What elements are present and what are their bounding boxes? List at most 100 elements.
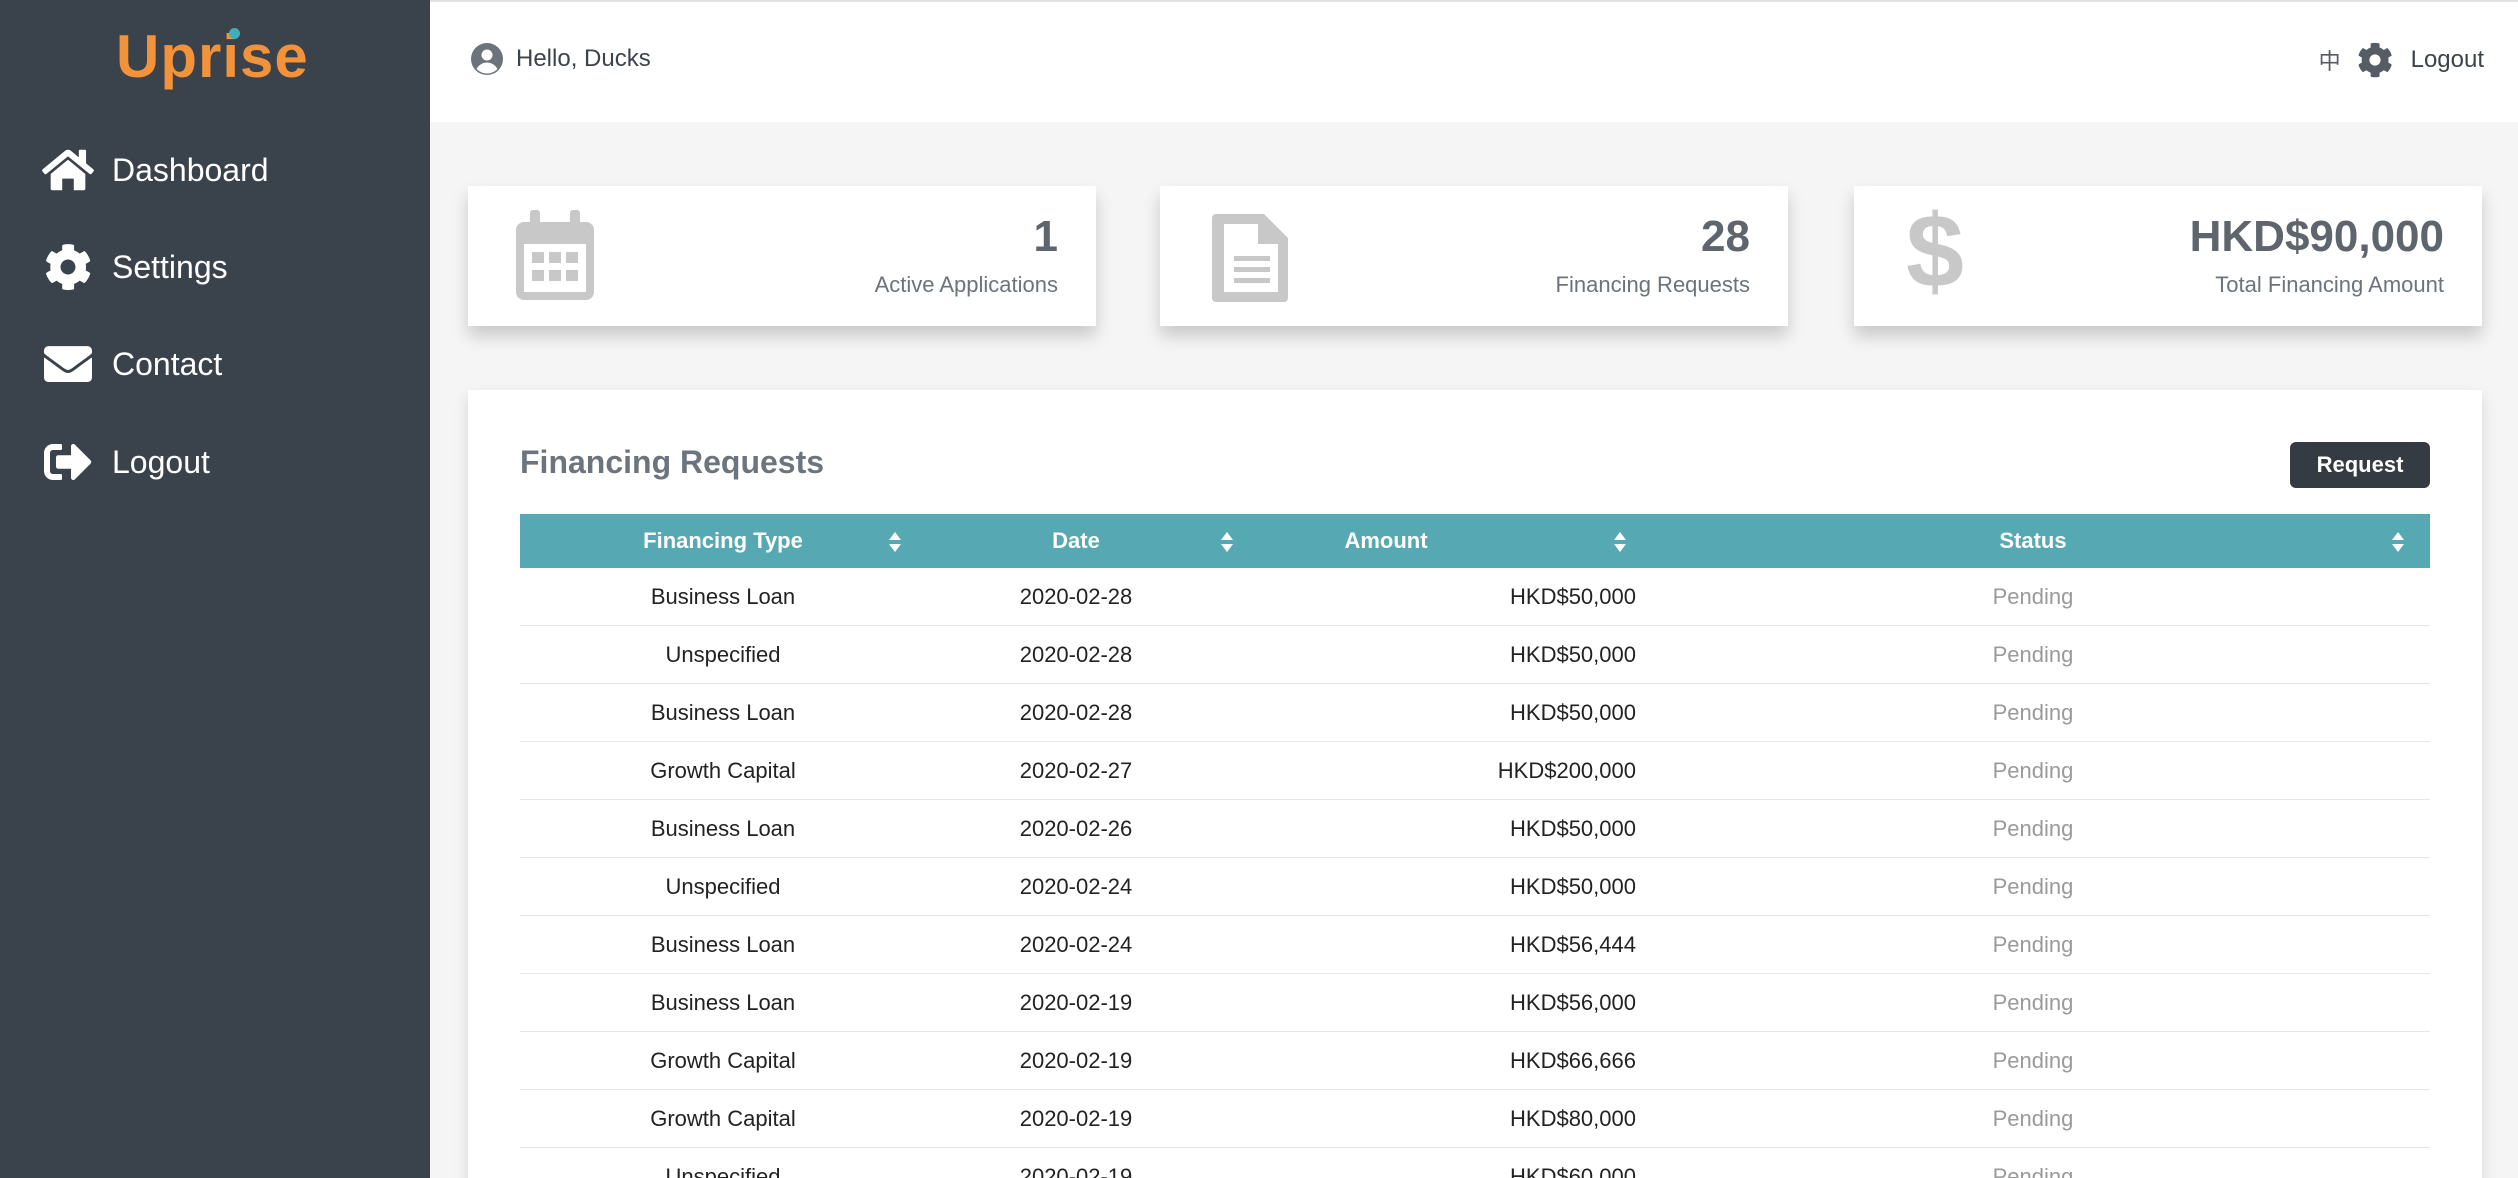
- cell-date: 2020-02-28: [1019, 700, 1133, 725]
- cell-amount: HKD$50,000: [1510, 700, 1636, 725]
- sort-icon[interactable]: [2392, 532, 2404, 552]
- cell-date: 2020-02-19: [1019, 1048, 1133, 1073]
- cell-financing-type: Unspecified: [665, 642, 781, 667]
- sign-out-icon: [44, 444, 92, 480]
- stat-value: HKD$90,000: [2189, 212, 2444, 261]
- cell-amount: HKD$56,444: [1510, 932, 1636, 957]
- logo-dot: [229, 28, 240, 39]
- stat-card-active-applications: 1 Active Applications: [468, 186, 1096, 326]
- financing-requests-panel: Financing Requests Request Financing Typ…: [468, 390, 2482, 1178]
- sort-icon[interactable]: [1614, 532, 1626, 552]
- sidebar-item-label: Settings: [112, 248, 228, 285]
- cell-status: Pending: [1992, 932, 2074, 957]
- cell-financing-type: Business Loan: [650, 990, 796, 1015]
- cell-date: 2020-02-28: [1019, 584, 1133, 609]
- table-row[interactable]: Unspecified 2020-02-28 HKD$50,000 Pendin…: [520, 626, 2430, 684]
- sidebar-item-label: Logout: [112, 443, 210, 480]
- cell-financing-type: Business Loan: [650, 584, 796, 609]
- cell-date: 2020-02-28: [1019, 642, 1133, 667]
- cell-date: 2020-02-19: [1019, 1106, 1133, 1131]
- stat-value: 1: [1033, 212, 1058, 261]
- cell-status: Pending: [1992, 816, 2074, 841]
- header-logout-link[interactable]: Logout: [2411, 46, 2484, 74]
- stat-label: Total Financing Amount: [2215, 272, 2444, 297]
- cell-financing-type: Unspecified: [665, 874, 781, 899]
- cell-date: 2020-02-19: [1019, 1164, 1133, 1178]
- gear-icon: [46, 244, 91, 291]
- cell-financing-type: Growth Capital: [650, 1106, 796, 1131]
- sidebar-item-label: Dashboard: [112, 151, 269, 188]
- cell-status: Pending: [1992, 700, 2074, 725]
- cell-amount: HKD$50,000: [1510, 584, 1636, 609]
- sidebar: Uprise Dashboard Settings Contact Logout: [0, 0, 430, 1178]
- table-row[interactable]: Unspecified 2020-02-24 HKD$50,000 Pendin…: [520, 858, 2430, 916]
- cell-status: Pending: [1992, 1164, 2074, 1178]
- cell-amount: HKD$66,666: [1510, 1048, 1636, 1073]
- user-circle-icon: [471, 43, 503, 75]
- cell-amount: HKD$50,000: [1510, 874, 1636, 899]
- document-icon: [1212, 214, 1288, 302]
- table-header: Financing Type Date Amount Status: [520, 514, 2430, 568]
- cell-status: Pending: [1992, 642, 2074, 667]
- calendar-icon: [516, 210, 594, 300]
- sidebar-item-logout[interactable]: Logout: [42, 432, 210, 492]
- cell-date: 2020-02-19: [1019, 990, 1133, 1015]
- cell-amount: HKD$200,000: [1497, 758, 1636, 783]
- column-header-date[interactable]: Date: [926, 514, 1226, 568]
- cell-status: Pending: [1992, 990, 2074, 1015]
- cell-status: Pending: [1992, 1048, 2074, 1073]
- cell-financing-type: Unspecified: [665, 1164, 781, 1178]
- cell-financing-type: Business Loan: [650, 700, 796, 725]
- cell-amount: HKD$80,000: [1510, 1106, 1636, 1131]
- table-row[interactable]: Business Loan 2020-02-26 HKD$50,000 Pend…: [520, 800, 2430, 858]
- home-icon: [42, 149, 94, 191]
- envelope-icon: [44, 346, 92, 382]
- sidebar-item-label: Contact: [112, 345, 223, 382]
- sidebar-item-contact[interactable]: Contact: [42, 334, 222, 394]
- user-greeting: Hello, Ducks: [470, 42, 651, 76]
- cell-financing-type: Business Loan: [650, 816, 796, 841]
- dollar-icon: $: [1906, 194, 1964, 310]
- table-row[interactable]: Unspecified 2020-02-19 HKD$60,000 Pendin…: [520, 1148, 2430, 1178]
- cell-status: Pending: [1992, 758, 2074, 783]
- stat-value: 28: [1701, 212, 1750, 261]
- app-logo[interactable]: Uprise: [116, 22, 309, 91]
- stat-card-total-financing-amount: $ HKD$90,000 Total Financing Amount: [1854, 186, 2482, 326]
- financing-requests-table: Financing Type Date Amount Status Busine…: [520, 514, 2430, 1178]
- panel-title: Financing Requests: [520, 444, 825, 480]
- cell-financing-type: Business Loan: [650, 932, 796, 957]
- table-row[interactable]: Growth Capital 2020-02-19 HKD$80,000 Pen…: [520, 1090, 2430, 1148]
- stat-label: Active Applications: [874, 272, 1058, 297]
- table-row[interactable]: Business Loan 2020-02-28 HKD$50,000 Pend…: [520, 684, 2430, 742]
- top-actions: 中 Logout: [2319, 42, 2484, 78]
- gear-icon[interactable]: [2357, 42, 2393, 78]
- cell-financing-type: Growth Capital: [650, 758, 796, 783]
- sidebar-item-settings[interactable]: Settings: [42, 237, 228, 297]
- stat-label: Financing Requests: [1555, 272, 1750, 297]
- sidebar-item-dashboard[interactable]: Dashboard: [42, 140, 269, 200]
- table-row[interactable]: Growth Capital 2020-02-27 HKD$200,000 Pe…: [520, 742, 2430, 800]
- sort-icon[interactable]: [889, 532, 901, 552]
- top-bar: Hello, Ducks 中 Logout: [430, 0, 2518, 122]
- table-row[interactable]: Growth Capital 2020-02-19 HKD$66,666 Pen…: [520, 1032, 2430, 1090]
- cell-financing-type: Growth Capital: [650, 1048, 796, 1073]
- table-body: Business Loan 2020-02-28 HKD$50,000 Pend…: [520, 568, 2430, 1178]
- column-header-status[interactable]: Status: [1636, 514, 2430, 568]
- column-header-financing-type[interactable]: Financing Type: [520, 514, 926, 568]
- cell-amount: HKD$56,000: [1510, 990, 1636, 1015]
- table-row[interactable]: Business Loan 2020-02-19 HKD$56,000 Pend…: [520, 974, 2430, 1032]
- cell-date: 2020-02-27: [1019, 758, 1133, 783]
- stat-card-financing-requests: 28 Financing Requests: [1160, 186, 1788, 326]
- request-button[interactable]: Request: [2290, 442, 2430, 488]
- cell-date: 2020-02-26: [1019, 816, 1133, 841]
- column-header-amount[interactable]: Amount: [1226, 514, 1546, 568]
- language-toggle[interactable]: 中: [2319, 44, 2341, 76]
- table-row[interactable]: Business Loan 2020-02-24 HKD$56,444 Pend…: [520, 916, 2430, 974]
- cell-amount: HKD$60,000: [1510, 1164, 1636, 1178]
- cell-date: 2020-02-24: [1019, 932, 1133, 957]
- cell-status: Pending: [1992, 584, 2074, 609]
- cell-date: 2020-02-24: [1019, 874, 1133, 899]
- cell-status: Pending: [1992, 1106, 2074, 1131]
- cell-amount: HKD$50,000: [1510, 816, 1636, 841]
- table-row[interactable]: Business Loan 2020-02-28 HKD$50,000 Pend…: [520, 568, 2430, 626]
